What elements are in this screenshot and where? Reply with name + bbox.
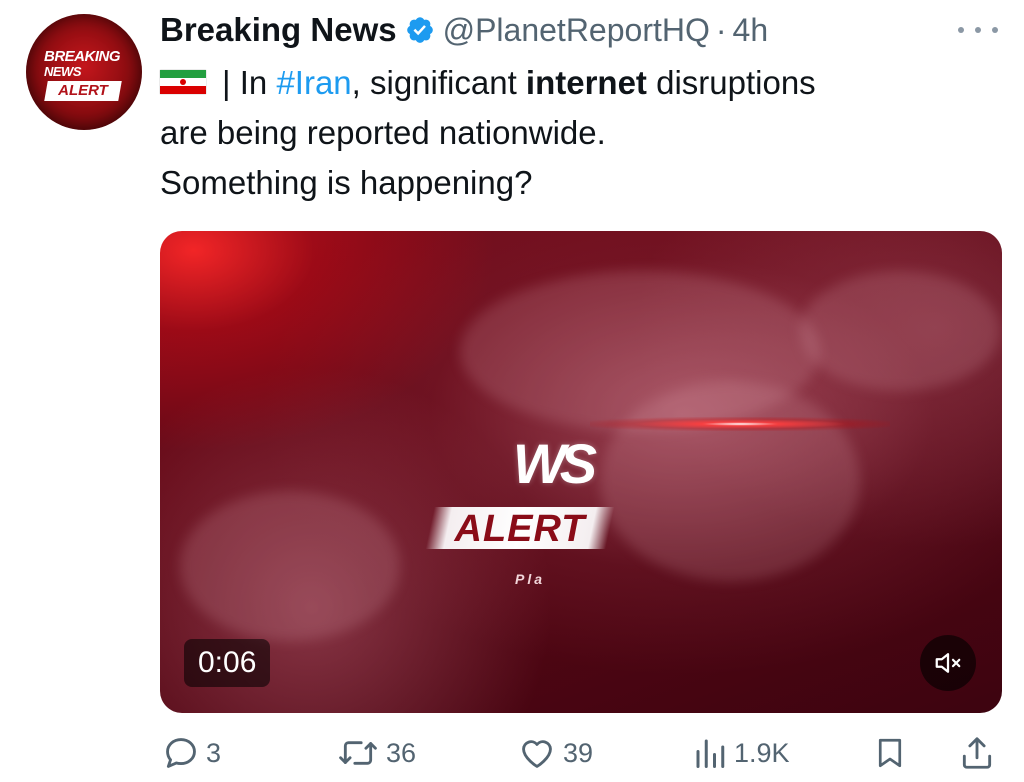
- video-cloud: [800, 271, 1000, 391]
- more-icon[interactable]: [958, 20, 998, 40]
- tweet-text: | In #Iran, significant internet disrupt…: [160, 58, 1000, 208]
- like-icon: [517, 734, 557, 772]
- hashtag-link[interactable]: #Iran: [276, 64, 351, 101]
- text-bold: internet: [525, 64, 647, 101]
- mute-icon[interactable]: [920, 635, 976, 691]
- avatar-text-alert: ALERT: [58, 82, 108, 99]
- text-mid: , significant: [351, 64, 526, 101]
- like-button[interactable]: 39: [517, 724, 593, 782]
- like-count: 39: [563, 737, 594, 768]
- share-icon: [958, 733, 996, 773]
- repost-button[interactable]: 36: [336, 724, 416, 782]
- repost-icon: [336, 734, 380, 772]
- bookmark-button[interactable]: [872, 724, 908, 782]
- video-logo: WS: [512, 432, 597, 495]
- text-prefix: | In: [222, 64, 277, 101]
- author-name[interactable]: Breaking News: [160, 11, 397, 49]
- views-icon: [692, 734, 728, 772]
- tweet-line-3: Something is happening?: [160, 164, 533, 201]
- video-alert-text: ALERT: [454, 508, 586, 550]
- iran-flag-icon: [160, 70, 206, 95]
- bookmark-icon: [872, 733, 908, 773]
- reply-icon: [162, 734, 200, 772]
- video-player[interactable]: WS ALERT Pla 0:06: [160, 231, 1002, 713]
- tweet-line-2: are being reported nationwide.: [160, 114, 606, 151]
- action-bar: 3 36 39 1.9K: [0, 724, 1024, 782]
- reply-count: 3: [206, 737, 222, 768]
- separator: ·: [715, 11, 727, 48]
- video-subtitle: Pla: [514, 571, 545, 587]
- avatar-text-news: NEWS: [44, 64, 82, 79]
- avatar-alert-box: ALERT: [44, 81, 122, 101]
- views-button[interactable]: 1.9K: [692, 724, 790, 782]
- avatar-text-breaking: BREAKING: [44, 48, 121, 65]
- video-cloud: [180, 491, 400, 641]
- video-duration: 0:06: [184, 639, 271, 687]
- lens-flare: [590, 417, 890, 431]
- tweet[interactable]: BREAKING NEWS ALERT Breaking News @Plane…: [0, 0, 1024, 782]
- repost-count: 36: [386, 737, 417, 768]
- share-button[interactable]: [958, 724, 996, 782]
- tweet-header: Breaking News @PlanetReportHQ · 4h: [160, 8, 768, 52]
- tweet-line-1: | In #Iran, significant internet disrupt…: [160, 58, 1000, 108]
- verified-badge-icon[interactable]: [405, 15, 435, 45]
- video-cloud: [600, 381, 860, 581]
- text-suffix: disruptions: [646, 64, 816, 101]
- author-handle[interactable]: @PlanetReportHQ: [443, 12, 710, 49]
- timestamp[interactable]: 4h: [733, 12, 769, 49]
- reply-button[interactable]: 3: [162, 724, 221, 782]
- views-count: 1.9K: [734, 737, 790, 768]
- avatar[interactable]: BREAKING NEWS ALERT: [26, 14, 142, 130]
